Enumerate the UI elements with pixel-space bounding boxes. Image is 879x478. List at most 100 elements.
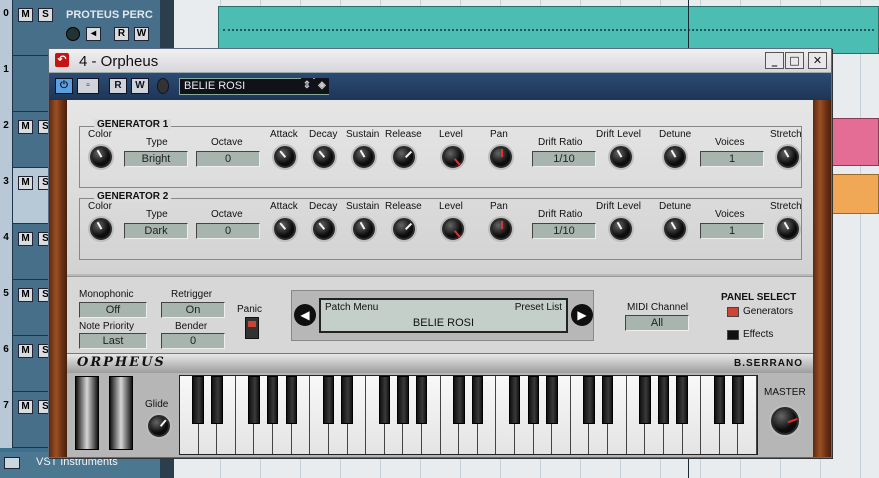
black-key[interactable] [322, 376, 335, 424]
black-key[interactable] [527, 376, 540, 424]
black-key[interactable] [583, 376, 595, 424]
octave-value[interactable]: 0 [196, 151, 260, 167]
decay-knob[interactable] [313, 146, 335, 168]
keyboard-section: Glide MASTER [67, 373, 813, 457]
black-key[interactable] [453, 376, 465, 424]
read-automation-button[interactable]: R [109, 78, 127, 94]
black-key[interactable] [546, 376, 558, 424]
drift-level-knob[interactable] [610, 146, 632, 168]
color-knob[interactable] [90, 218, 112, 240]
minimize-button[interactable]: _ [765, 52, 784, 69]
black-key[interactable] [508, 376, 521, 424]
black-key[interactable] [397, 376, 409, 424]
close-button[interactable]: ✕ [808, 52, 827, 69]
record-enable-button[interactable] [66, 27, 80, 41]
octave-label: Octave [211, 209, 243, 220]
pan-knob[interactable] [490, 218, 512, 240]
patch-menu-label[interactable]: Patch Menu [325, 302, 378, 313]
glide-knob[interactable] [148, 415, 170, 437]
midi-part-orange[interactable] [832, 174, 879, 214]
pitch-wheel[interactable] [75, 376, 99, 450]
detune-knob[interactable] [664, 218, 686, 240]
read-button[interactable]: R [114, 27, 129, 41]
black-key[interactable] [713, 376, 726, 424]
mute-button[interactable]: M [18, 8, 33, 22]
black-key[interactable] [266, 376, 279, 424]
detune-knob[interactable] [664, 146, 686, 168]
black-key[interactable] [378, 376, 391, 424]
mute-button[interactable]: M [18, 400, 33, 414]
black-key[interactable] [285, 376, 298, 424]
midi-part-teal[interactable] [218, 6, 879, 54]
release-knob[interactable] [393, 146, 415, 168]
type-value[interactable]: Dark [124, 223, 188, 239]
pan-knob[interactable] [490, 146, 512, 168]
black-key[interactable] [471, 376, 484, 424]
black-key[interactable] [415, 376, 428, 424]
mute-button[interactable]: M [18, 288, 33, 302]
black-key[interactable] [192, 376, 204, 424]
stretch-knob[interactable] [777, 218, 799, 240]
black-key[interactable] [657, 376, 670, 424]
midi-part-pink[interactable] [832, 118, 879, 166]
maker-logo: B.SERRANO [733, 358, 803, 369]
decay-knob[interactable] [313, 218, 335, 240]
generators-select-button[interactable] [727, 307, 739, 317]
drift-ratio-value[interactable]: 1/10 [532, 151, 596, 167]
drift-ratio-value[interactable]: 1/10 [532, 223, 596, 239]
write-button[interactable]: W [134, 27, 149, 41]
stretch-knob[interactable] [777, 146, 799, 168]
release-knob[interactable] [393, 218, 415, 240]
next-patch-button[interactable]: ▶ [571, 304, 593, 326]
black-key[interactable] [639, 376, 651, 424]
mute-button[interactable]: M [18, 344, 33, 358]
mod-wheel[interactable] [109, 376, 133, 450]
midi-channel-value[interactable]: All [625, 315, 689, 331]
black-key[interactable] [676, 376, 688, 424]
level-knob[interactable] [442, 218, 464, 240]
drift-level-knob[interactable] [610, 218, 632, 240]
preset-stepper-icon[interactable]: ⇕ [301, 78, 313, 94]
edit-icon[interactable] [157, 78, 169, 94]
note-priority-value[interactable]: Last [79, 333, 147, 349]
level-knob[interactable] [442, 146, 464, 168]
bender-value[interactable]: 0 [161, 333, 225, 349]
detune-label: Detune [659, 129, 692, 140]
retrigger-value[interactable]: On [161, 302, 225, 318]
previous-patch-button[interactable]: ◀ [294, 304, 316, 326]
solo-button[interactable]: S [38, 8, 53, 22]
monitor-button[interactable]: ◂ [86, 27, 101, 41]
preset-menu-icon[interactable]: ◈ [315, 78, 329, 94]
voices-value[interactable]: 1 [700, 151, 764, 167]
mute-button[interactable]: M [18, 232, 33, 246]
black-key[interactable] [601, 376, 614, 424]
bypass-icon[interactable]: ▫ [77, 78, 99, 94]
piano-keyboard[interactable] [179, 375, 758, 455]
master-volume-knob[interactable] [771, 407, 799, 435]
panic-button[interactable] [245, 317, 259, 339]
power-icon[interactable]: ⏻ [55, 78, 73, 94]
black-key[interactable] [248, 376, 260, 424]
attack-knob[interactable] [274, 218, 296, 240]
sustain-knob[interactable] [353, 218, 375, 240]
master-label: MASTER [764, 387, 806, 398]
color-knob[interactable] [90, 146, 112, 168]
voices-value[interactable]: 1 [700, 223, 764, 239]
effects-select-button[interactable] [727, 330, 739, 340]
mute-button[interactable]: M [18, 120, 33, 134]
black-key[interactable] [341, 376, 353, 424]
write-automation-button[interactable]: W [131, 78, 149, 94]
preset-list-label[interactable]: Preset List [515, 302, 562, 313]
window-titlebar[interactable]: ↶ 4 - Orpheus _ □ ✕ [49, 49, 831, 73]
orpheus-plugin-window[interactable]: ↶ 4 - Orpheus _ □ ✕ ⏻ ▫ R W BELIE ROSI ⇕… [48, 48, 832, 458]
type-value[interactable]: Bright [124, 151, 188, 167]
black-key[interactable] [732, 376, 744, 424]
monophonic-value[interactable]: Off [79, 302, 147, 318]
attack-knob[interactable] [274, 146, 296, 168]
octave-value[interactable]: 0 [196, 223, 260, 239]
sustain-knob[interactable] [353, 146, 375, 168]
mute-button[interactable]: M [18, 176, 33, 190]
black-key[interactable] [211, 376, 223, 424]
maximize-button[interactable]: □ [785, 52, 804, 69]
generators-label: Generators [743, 306, 794, 317]
